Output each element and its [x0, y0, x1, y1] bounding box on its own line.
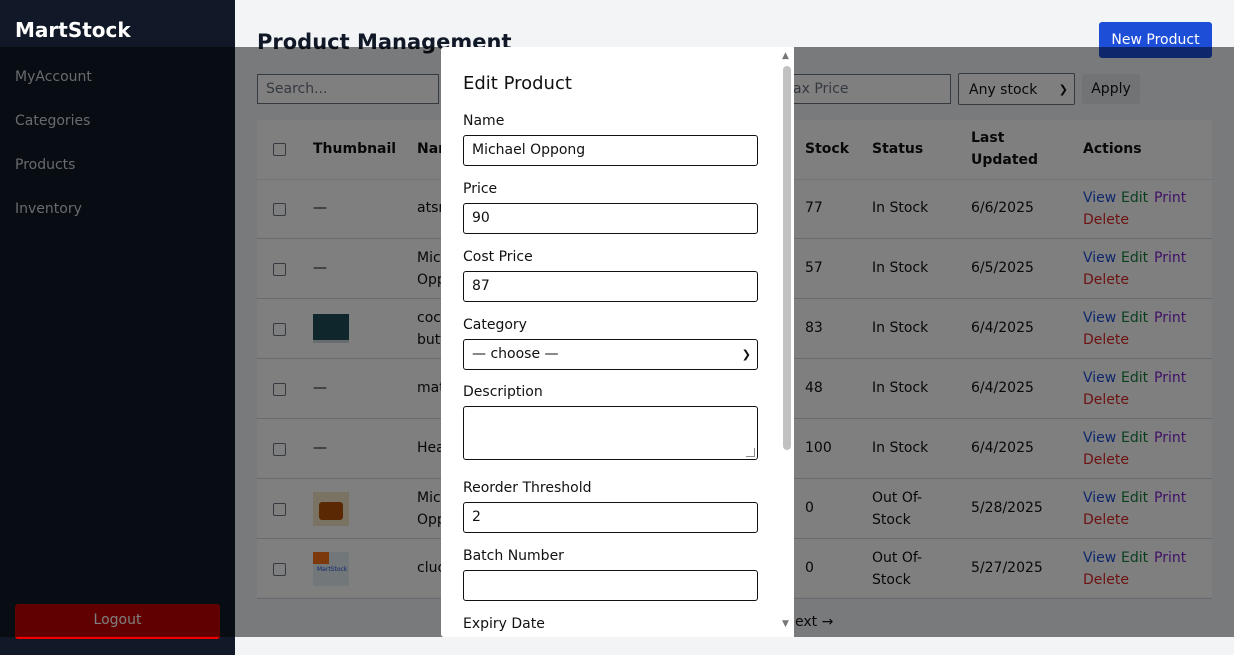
- scroll-up-icon[interactable]: ▲: [782, 51, 789, 61]
- description-textarea[interactable]: [463, 406, 758, 460]
- brand-logo: MartStock: [15, 18, 131, 42]
- price-label: Price: [463, 181, 498, 197]
- modal-title: Edit Product: [463, 73, 572, 94]
- scroll-down-icon[interactable]: ▼: [782, 619, 789, 629]
- batch-number-input[interactable]: [463, 570, 758, 601]
- description-label: Description: [463, 384, 543, 400]
- batch-number-label: Batch Number: [463, 548, 564, 564]
- expiry-date-label: Expiry Date: [463, 616, 545, 632]
- cost-price-input[interactable]: 87: [463, 271, 758, 302]
- category-select[interactable]: — choose — ❯: [463, 339, 758, 370]
- name-input[interactable]: Michael Oppong: [463, 135, 758, 166]
- category-label: Category: [463, 317, 527, 333]
- price-input[interactable]: 90: [463, 203, 758, 234]
- cost-price-label: Cost Price: [463, 249, 533, 265]
- chevron-down-icon: ❯: [741, 348, 751, 361]
- category-select-value: — choose —: [472, 346, 559, 362]
- modal-scrollbar-thumb[interactable]: [783, 66, 791, 450]
- edit-product-modal: Edit Product Name Michael Oppong Price 9…: [441, 47, 794, 637]
- reorder-threshold-label: Reorder Threshold: [463, 480, 592, 496]
- name-label: Name: [463, 113, 505, 129]
- reorder-threshold-input[interactable]: 2: [463, 502, 758, 533]
- resize-grip-icon[interactable]: [746, 448, 755, 457]
